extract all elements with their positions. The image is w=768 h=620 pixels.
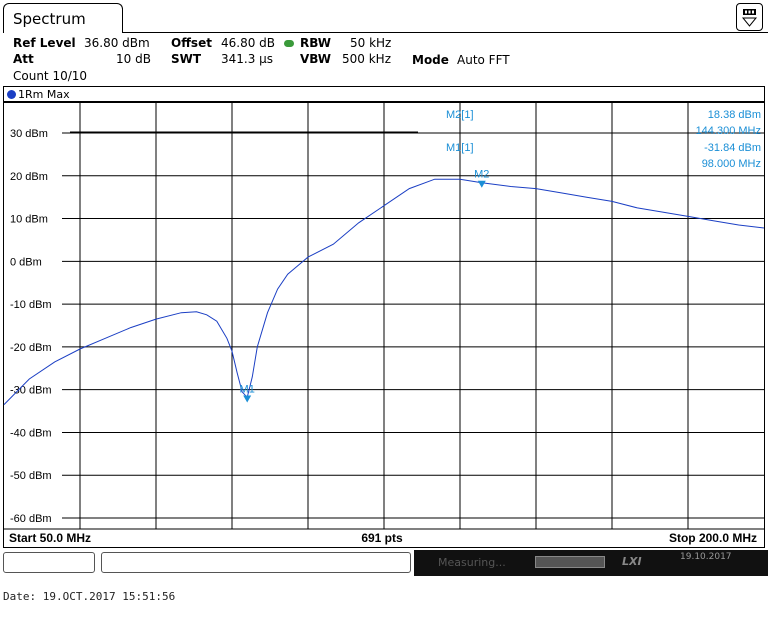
y-tick-label: 0 dBm: [10, 256, 42, 268]
measuring-progress: [535, 556, 605, 568]
status-date: 19.10.2017: [680, 552, 732, 562]
stop-freq: Stop 200.0 MHz: [669, 531, 757, 545]
points-count: 691 pts: [361, 531, 403, 545]
marker-label: M1: [240, 384, 255, 396]
marker-triangle[interactable]: [477, 180, 486, 188]
date-stamp: Date: 19.OCT.2017 15:51:56: [3, 590, 176, 603]
y-tick-label: -50 dBm: [10, 470, 52, 482]
y-tick-label: -40 dBm: [10, 427, 52, 439]
m2-level: 18.38 dBm: [708, 109, 761, 121]
y-tick-label: -10 dBm: [10, 299, 52, 311]
y-tick-label: -30 dBm: [10, 385, 52, 397]
m2-freq: 144.300 MHz: [696, 125, 761, 137]
m1-level: -31.84 dBm: [704, 142, 761, 154]
lxi-icon: LXI: [622, 555, 642, 568]
y-tick-label: -20 dBm: [10, 342, 52, 354]
y-tick-label: -60 dBm: [10, 513, 52, 525]
marker-label: M2: [474, 169, 489, 181]
m2-name: M2[1]: [446, 109, 474, 121]
status-box-1: [3, 552, 95, 573]
spectrum-chart[interactable]: 30 dBm 20 dBm 10 dBm 0 dBm -10 dBm -20 dBm -30…: [0, 0, 768, 550]
status-box-2: [101, 552, 411, 573]
m1-name: M1[1]: [446, 142, 474, 154]
y-tick-label: 30 dBm: [10, 128, 48, 140]
m1-freq: 98.000 MHz: [702, 158, 761, 170]
marker-triangle[interactable]: [243, 395, 252, 403]
y-tick-label: 20 dBm: [10, 171, 48, 183]
start-freq: Start 50.0 MHz: [9, 531, 91, 545]
y-tick-label: 10 dBm: [10, 214, 48, 226]
measuring-text: Measuring...: [438, 556, 506, 569]
